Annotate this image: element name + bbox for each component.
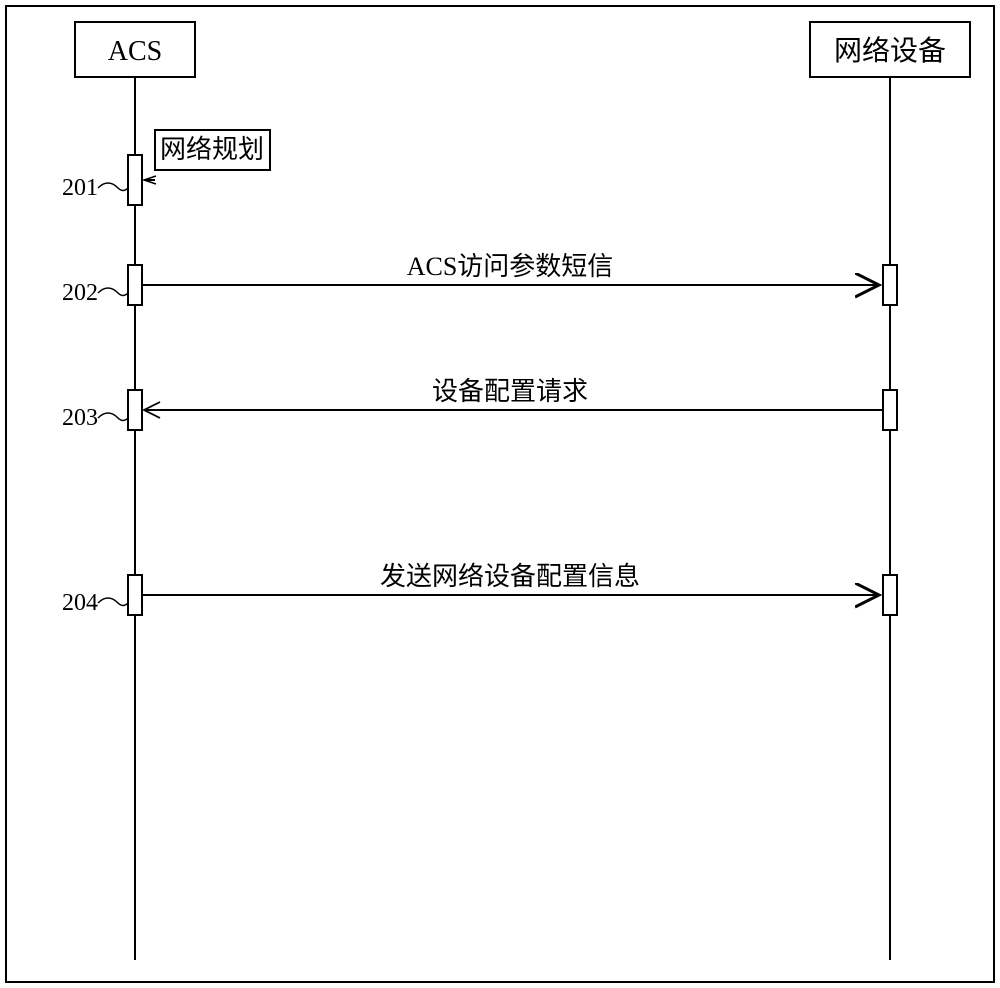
step-204-num: 204 xyxy=(62,590,98,616)
sequence-diagram: ACS 网络设备 网络规划 201 ACS访问参数短信 202 xyxy=(0,0,1000,988)
step-203-num: 203 xyxy=(62,405,98,431)
step-203-label: 设备配置请求 xyxy=(432,377,588,406)
step-203: 设备配置请求 203 xyxy=(62,377,897,431)
participant-acs: ACS xyxy=(75,22,195,77)
step-201-label: 网络规划 xyxy=(160,135,264,164)
step-204: 发送网络设备配置信息 204 xyxy=(62,562,897,616)
step-201-num: 201 xyxy=(62,175,98,201)
step-202-label: ACS访问参数短信 xyxy=(407,252,614,281)
step-202: ACS访问参数短信 202 xyxy=(62,252,897,306)
participant-acs-label: ACS xyxy=(108,36,162,67)
step-201: 网络规划 201 xyxy=(62,130,270,205)
participant-device: 网络设备 xyxy=(810,22,970,77)
step-202-num: 202 xyxy=(62,280,98,306)
step-204-label: 发送网络设备配置信息 xyxy=(380,562,640,591)
participant-device-label: 网络设备 xyxy=(834,35,946,67)
